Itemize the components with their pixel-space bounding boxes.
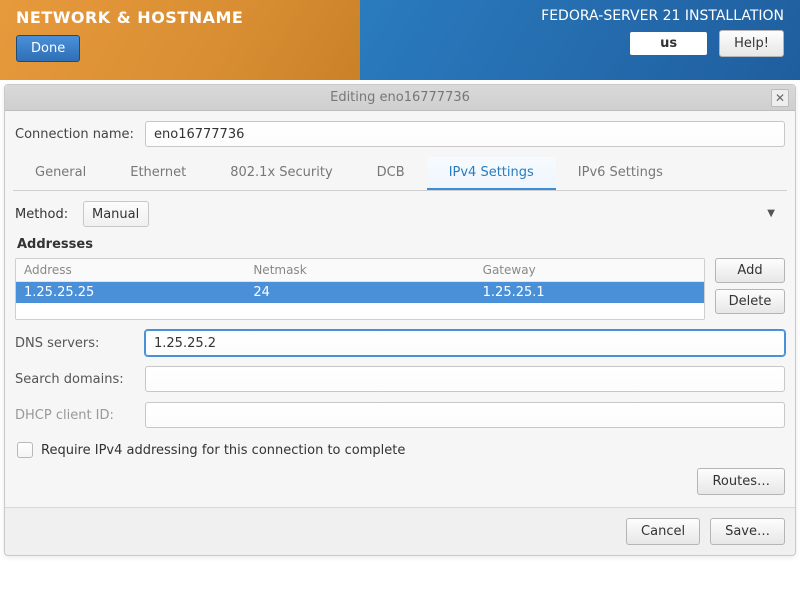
table-empty-row	[16, 303, 704, 319]
delete-address-button[interactable]: Delete	[715, 289, 785, 314]
connection-editor-dialog: Editing eno16777736 ✕ Connection name: G…	[4, 84, 796, 556]
table-row[interactable]: 1.25.25.25 24 1.25.25.1	[16, 282, 704, 303]
search-domains-input[interactable]	[145, 366, 785, 392]
banner-left: NETWORK & HOSTNAME Done	[0, 0, 360, 80]
cancel-button[interactable]: Cancel	[626, 518, 700, 545]
search-domains-label: Search domains:	[15, 372, 135, 387]
require-ipv4-label: Require IPv4 addressing for this connect…	[41, 443, 405, 458]
addresses-table[interactable]: Address Netmask Gateway 1.25.25.25 24 1.…	[15, 258, 705, 320]
col-address: Address	[16, 259, 245, 282]
help-button[interactable]: Help!	[719, 30, 784, 57]
tab-ipv6[interactable]: IPv6 Settings	[556, 157, 685, 190]
dialog-footer: Cancel Save…	[5, 507, 795, 555]
require-ipv4-checkbox[interactable]	[17, 442, 33, 458]
tab-8021x[interactable]: 802.1x Security	[208, 157, 354, 190]
save-button[interactable]: Save…	[710, 518, 785, 545]
banner-right: FEDORA-SERVER 21 INSTALLATION us Help!	[360, 0, 800, 80]
dhcp-client-id-input[interactable]	[145, 402, 785, 428]
method-select[interactable]: Manual	[83, 201, 149, 227]
cell-gateway: 1.25.25.1	[475, 282, 704, 303]
dialog-titlebar: Editing eno16777736 ✕	[5, 85, 795, 111]
cell-address: 1.25.25.25	[16, 282, 245, 303]
dialog-title: Editing eno16777736	[330, 90, 470, 105]
settings-tabs: General Ethernet 802.1x Security DCB IPv…	[13, 157, 787, 191]
method-label: Method:	[15, 207, 73, 222]
routes-button[interactable]: Routes…	[697, 468, 785, 495]
col-netmask: Netmask	[245, 259, 474, 282]
connection-name-label: Connection name:	[15, 127, 135, 142]
tab-ipv4[interactable]: IPv4 Settings	[427, 157, 556, 190]
tab-ethernet[interactable]: Ethernet	[108, 157, 208, 190]
chevron-down-icon: ▼	[767, 208, 775, 219]
tab-dcb[interactable]: DCB	[355, 157, 427, 190]
product-title: FEDORA-SERVER 21 INSTALLATION	[541, 8, 784, 24]
add-address-button[interactable]: Add	[715, 258, 785, 283]
spoke-title: NETWORK & HOSTNAME	[16, 8, 344, 27]
dns-servers-input[interactable]	[145, 330, 785, 356]
installer-banner: NETWORK & HOSTNAME Done FEDORA-SERVER 21…	[0, 0, 800, 80]
keyboard-indicator[interactable]: us	[630, 32, 707, 55]
dns-label: DNS servers:	[15, 336, 135, 351]
dhcp-client-id-label: DHCP client ID:	[15, 408, 135, 423]
done-button[interactable]: Done	[16, 35, 80, 62]
cell-netmask: 24	[245, 282, 474, 303]
connection-name-input[interactable]	[145, 121, 785, 147]
addresses-header: Address Netmask Gateway	[16, 259, 704, 282]
addresses-section-title: Addresses	[17, 237, 785, 252]
close-icon[interactable]: ✕	[771, 89, 789, 107]
col-gateway: Gateway	[475, 259, 704, 282]
tab-general[interactable]: General	[13, 157, 108, 190]
